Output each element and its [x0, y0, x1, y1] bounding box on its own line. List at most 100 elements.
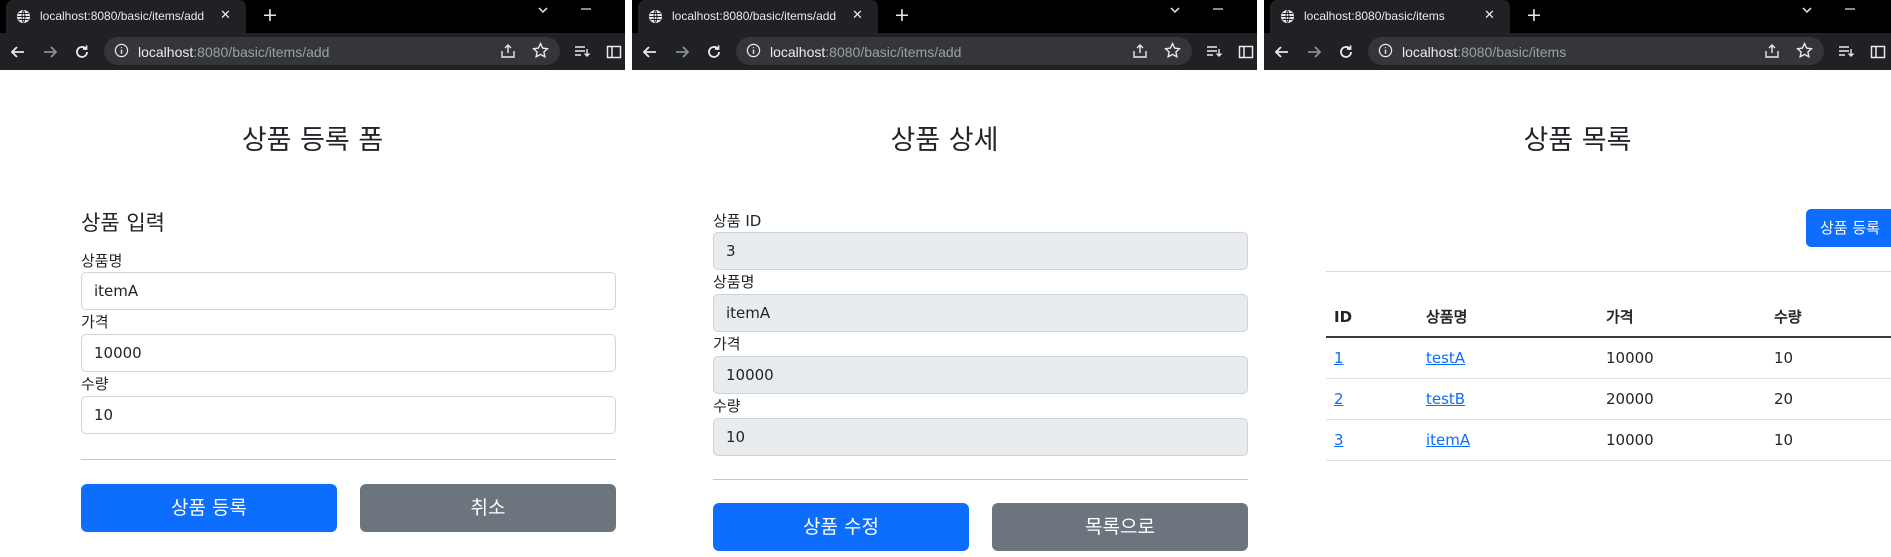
forward-arrow-icon[interactable] [42, 44, 58, 60]
tab-strip: localhost:8080/basic/items ✕ + [1264, 0, 1891, 33]
back-arrow-icon[interactable] [1274, 44, 1290, 60]
tab-strip: localhost:8080/basic/items/add ✕ + [632, 0, 1257, 33]
close-tab-icon[interactable]: ✕ [1484, 8, 1495, 23]
table-header-row: ID 상품명 가격 수량 [1326, 297, 1891, 338]
bookmark-star-icon[interactable] [1164, 42, 1181, 59]
reload-icon[interactable] [1338, 44, 1354, 60]
item-id-cell: 1 [1326, 337, 1418, 379]
new-tab-icon[interactable]: + [1526, 4, 1542, 26]
back-arrow-icon[interactable] [10, 44, 26, 60]
quantity-label: 수량 [81, 375, 109, 393]
item-name-link[interactable]: testA [1426, 349, 1465, 367]
url-host: localhost [770, 44, 826, 60]
close-tab-icon[interactable]: ✕ [220, 8, 231, 23]
price-label: 가격 [713, 335, 741, 353]
quantity-label: 수량 [713, 397, 741, 415]
item-name-field: itemA [713, 294, 1248, 332]
info-icon[interactable] [114, 43, 129, 58]
column-header-id: ID [1326, 297, 1418, 338]
item-name-cell: testA [1418, 337, 1598, 379]
item-name-input[interactable]: itemA [81, 272, 616, 310]
side-panel-icon[interactable] [1238, 44, 1254, 60]
item-quantity-cell: 10 [1766, 337, 1891, 379]
column-header-price: 가격 [1598, 297, 1766, 338]
table-row: 1 testA 10000 10 [1326, 337, 1891, 379]
new-tab-icon[interactable]: + [262, 4, 278, 26]
quantity-input[interactable]: 10 [81, 396, 616, 434]
item-price-cell: 20000 [1598, 378, 1766, 420]
bookmark-star-icon[interactable] [532, 42, 549, 59]
share-icon[interactable] [500, 43, 516, 59]
minimize-icon[interactable] [1212, 3, 1224, 15]
item-name-link[interactable]: testB [1426, 390, 1465, 408]
divider [713, 479, 1248, 480]
back-to-list-button[interactable]: 목록으로 [992, 503, 1248, 551]
bookmark-star-icon[interactable] [1796, 42, 1813, 59]
item-price-cell: 10000 [1598, 337, 1766, 379]
reading-list-icon[interactable] [1838, 44, 1854, 60]
globe-icon [1280, 9, 1295, 24]
address-bar[interactable]: localhost:8080/basic/items [1368, 37, 1824, 65]
price-label: 가격 [81, 313, 109, 331]
browser-window-add-form: localhost:8080/basic/items/add ✕ + local… [0, 0, 625, 557]
browser-tab[interactable]: localhost:8080/basic/items/add ✕ [6, 0, 246, 33]
globe-icon [648, 9, 663, 24]
browser-window-item-list: localhost:8080/basic/items ✕ + localhost… [1264, 0, 1891, 557]
browser-tab[interactable]: localhost:8080/basic/items ✕ [1270, 0, 1510, 33]
divider [1326, 271, 1891, 272]
tab-title: localhost:8080/basic/items/add [672, 9, 837, 23]
items-table: ID 상품명 가격 수량 1 testA 10000 10 2 testB 20… [1326, 297, 1891, 461]
browser-window-item-detail: localhost:8080/basic/items/add ✕ + local… [632, 0, 1257, 557]
url-host: localhost [138, 44, 194, 60]
side-panel-icon[interactable] [606, 44, 622, 60]
reload-icon[interactable] [74, 44, 90, 60]
chevron-down-icon[interactable] [1800, 3, 1814, 17]
column-header-quantity: 수량 [1766, 297, 1891, 338]
minimize-icon[interactable] [580, 3, 592, 15]
url-path: :8080/basic/items/add [193, 44, 330, 60]
chevron-down-icon[interactable] [536, 3, 550, 17]
item-id-link[interactable]: 2 [1334, 390, 1344, 408]
url-path: :8080/basic/items [1457, 44, 1567, 60]
edit-item-button[interactable]: 상품 수정 [713, 503, 969, 551]
tab-title: localhost:8080/basic/items/add [40, 9, 205, 23]
address-bar[interactable]: localhost:8080/basic/items/add [104, 37, 560, 65]
cancel-button[interactable]: 취소 [360, 484, 616, 532]
item-id-link[interactable]: 3 [1334, 431, 1344, 449]
globe-icon [16, 9, 31, 24]
info-icon[interactable] [746, 43, 761, 58]
reload-icon[interactable] [706, 44, 722, 60]
minimize-icon[interactable] [1844, 3, 1856, 15]
forward-arrow-icon[interactable] [1306, 44, 1322, 60]
url-text: localhost:8080/basic/items/add [770, 44, 961, 60]
item-name-cell: itemA [1418, 419, 1598, 461]
item-quantity-cell: 20 [1766, 378, 1891, 420]
reading-list-icon[interactable] [574, 44, 590, 60]
item-id-link[interactable]: 1 [1334, 349, 1344, 367]
reading-list-icon[interactable] [1206, 44, 1222, 60]
divider [81, 459, 616, 460]
price-input[interactable]: 10000 [81, 334, 616, 372]
chevron-down-icon[interactable] [1168, 3, 1182, 17]
address-bar[interactable]: localhost:8080/basic/items/add [736, 37, 1192, 65]
item-price-cell: 10000 [1598, 419, 1766, 461]
item-name-label: 상품명 [713, 273, 755, 291]
back-arrow-icon[interactable] [642, 44, 658, 60]
share-icon[interactable] [1764, 43, 1780, 59]
tab-title: localhost:8080/basic/items [1304, 9, 1445, 23]
close-tab-icon[interactable]: ✕ [852, 8, 863, 23]
browser-toolbar: localhost:8080/basic/items/add [632, 33, 1257, 70]
forward-arrow-icon[interactable] [674, 44, 690, 60]
submit-item-button[interactable]: 상품 등록 [81, 484, 337, 532]
side-panel-icon[interactable] [1870, 44, 1886, 60]
item-name-link[interactable]: itemA [1426, 431, 1470, 449]
item-id-field: 3 [713, 232, 1248, 270]
new-tab-icon[interactable]: + [894, 4, 910, 26]
share-icon[interactable] [1132, 43, 1148, 59]
url-path: :8080/basic/items/add [825, 44, 962, 60]
page-title: 상품 상세 [890, 125, 999, 156]
info-icon[interactable] [1378, 43, 1393, 58]
browser-toolbar: localhost:8080/basic/items [1264, 33, 1891, 70]
register-item-button[interactable]: 상품 등록 [1806, 209, 1891, 247]
browser-tab[interactable]: localhost:8080/basic/items/add ✕ [638, 0, 878, 33]
